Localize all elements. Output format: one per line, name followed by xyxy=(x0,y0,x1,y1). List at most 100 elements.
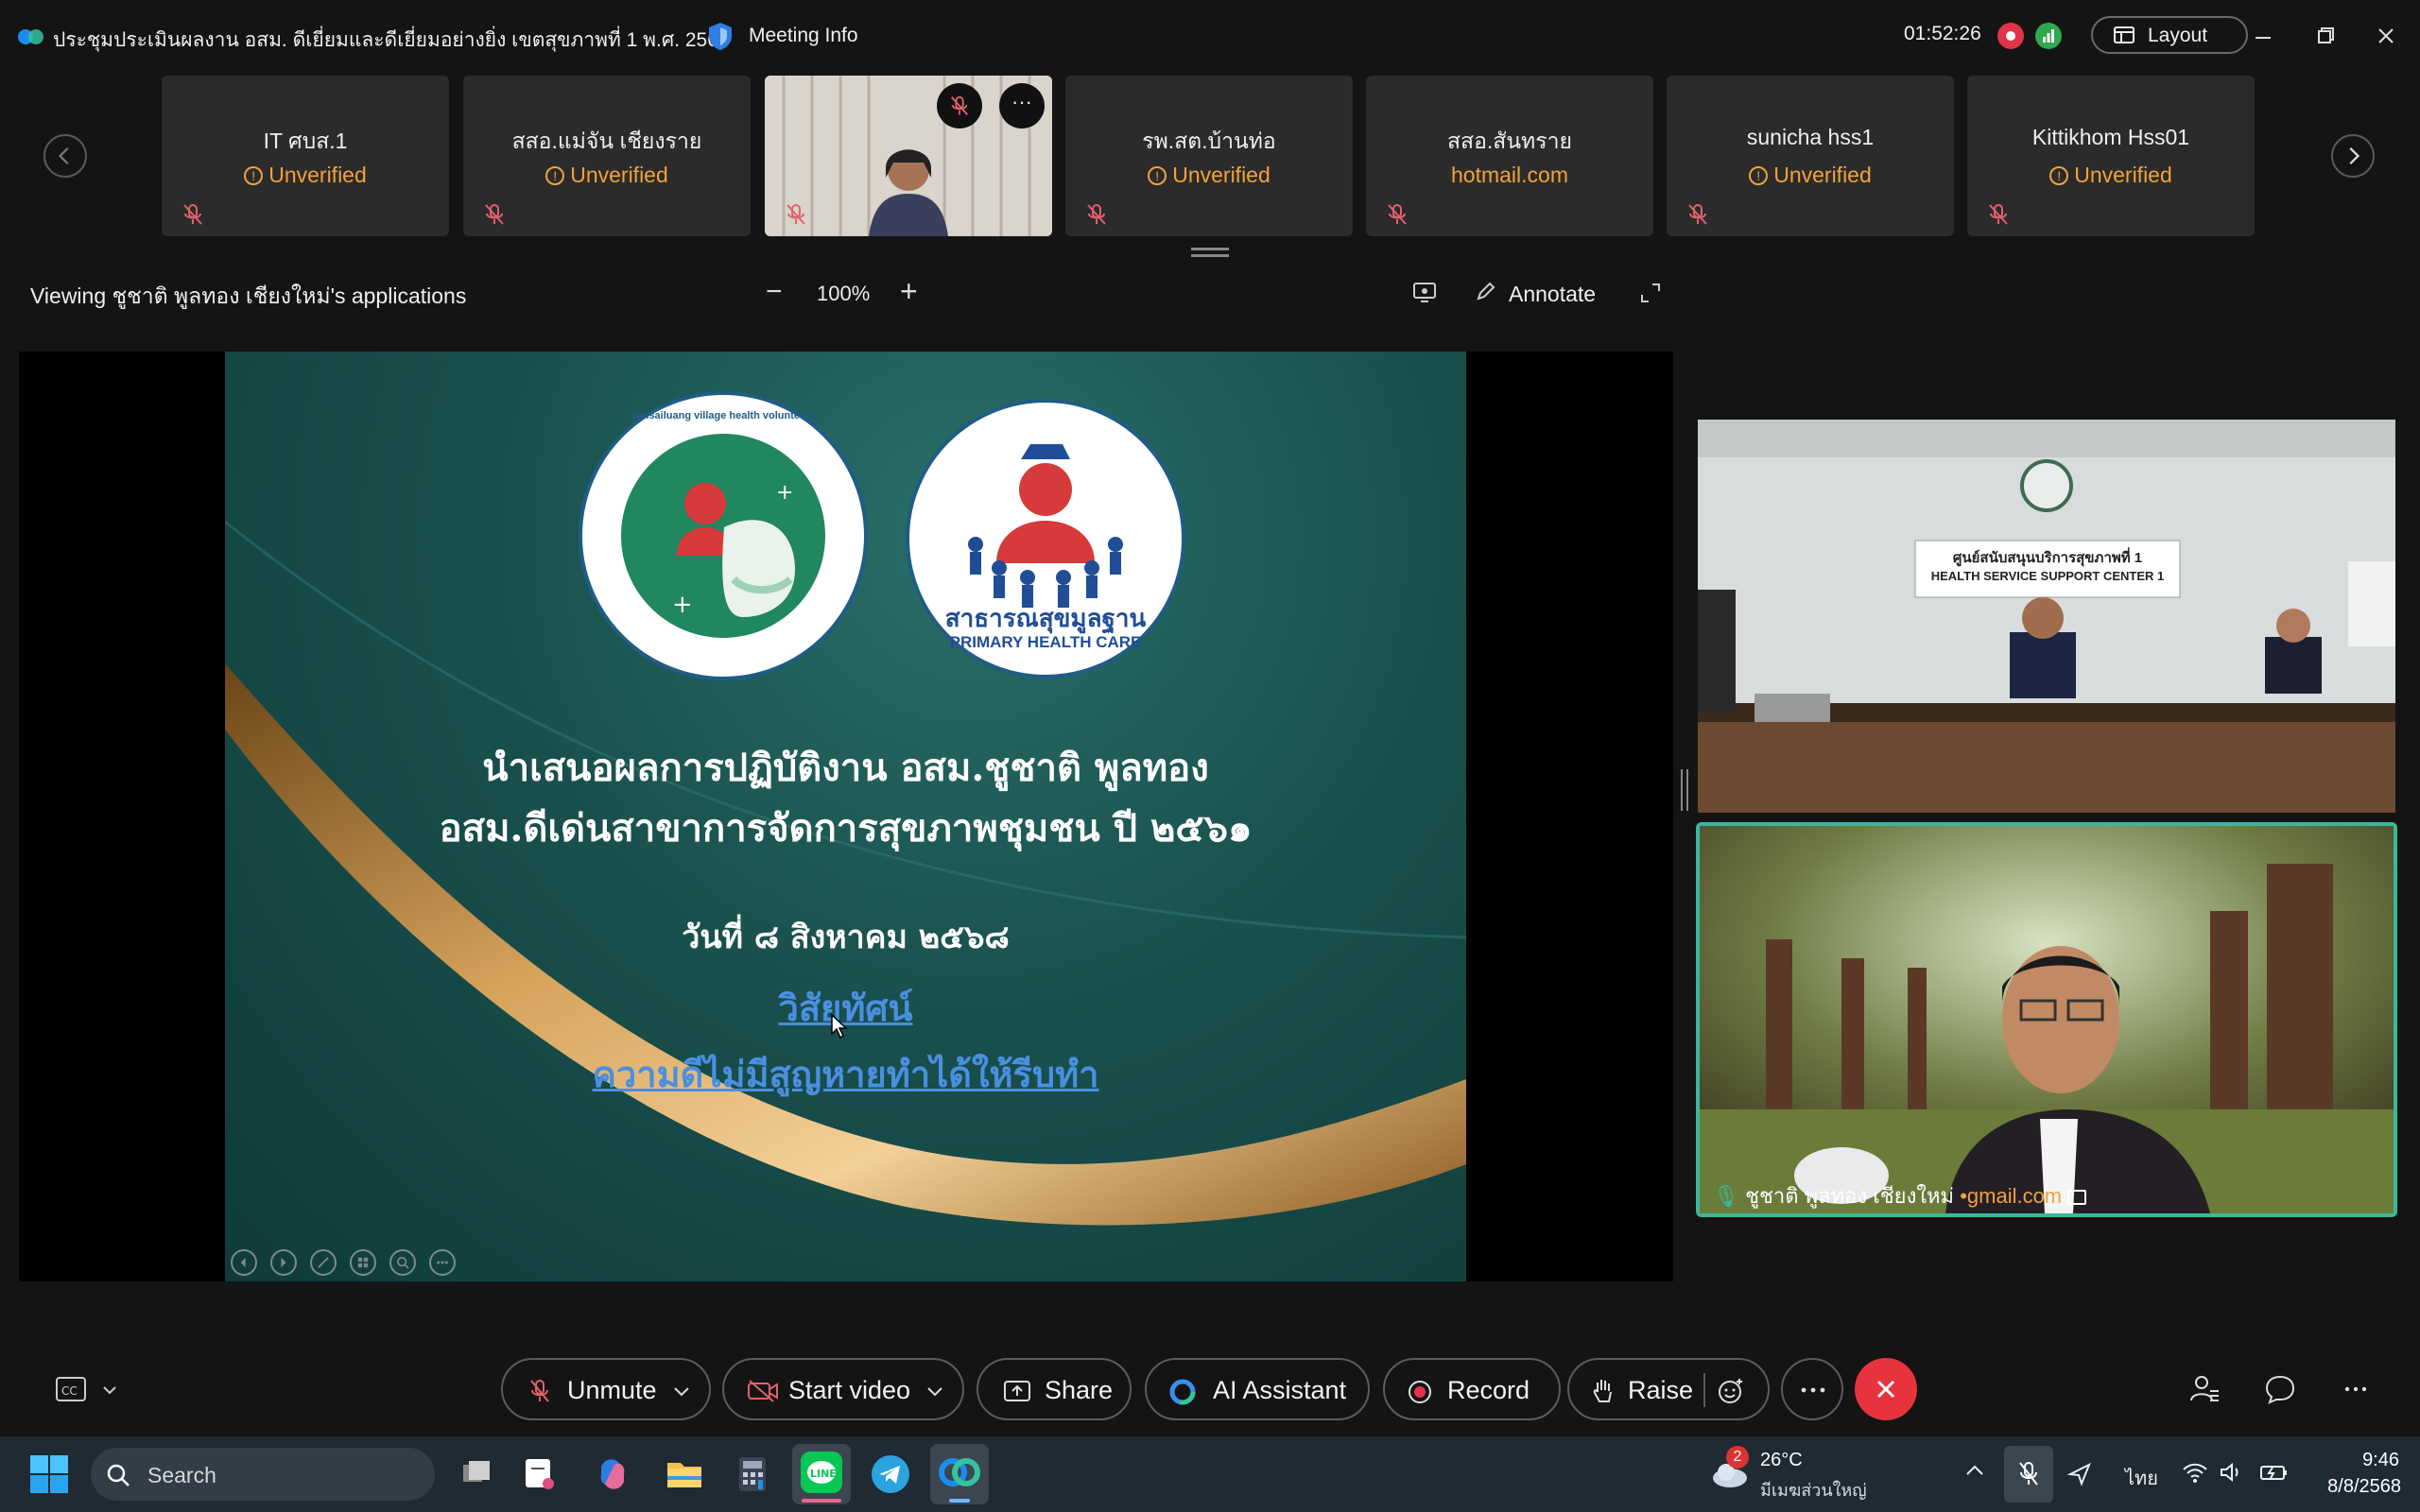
webex-app-active[interactable] xyxy=(930,1444,989,1504)
panel-resize-handle[interactable] xyxy=(1681,769,1688,811)
slide-pen-icon[interactable] xyxy=(310,1249,337,1276)
slide-grid-icon[interactable] xyxy=(350,1249,376,1276)
wifi-icon[interactable] xyxy=(2182,1461,2208,1484)
participant-name: รพ.สต.บ้านท่อ xyxy=(1142,129,1276,153)
restore-icon[interactable] xyxy=(2307,19,2344,53)
share-screen-icon xyxy=(1004,1381,1030,1401)
meeting-info-link[interactable]: Meeting Info xyxy=(749,25,858,47)
participant-tile[interactable]: sunicha hss1 ! Unverified xyxy=(1667,76,1954,236)
svg-text:CC: CC xyxy=(61,1384,78,1398)
weather-description[interactable]: มีเมฆส่วนใหญ่ xyxy=(1760,1476,1867,1503)
slide-more-icon[interactable] xyxy=(429,1249,456,1276)
muted-mic-icon xyxy=(1688,204,1707,225)
participant-name: สสอ.สันทราย xyxy=(1447,129,1572,153)
chevron-up-icon[interactable] xyxy=(1964,1463,1985,1478)
input-language[interactable]: ไทย xyxy=(2125,1463,2158,1493)
room-sign-english: HEALTH SERVICE SUPPORT CENTER 1 xyxy=(1930,569,2165,583)
minimize-icon[interactable] xyxy=(2244,19,2282,53)
previous-page-icon[interactable] xyxy=(43,134,87,178)
slide-previous-icon[interactable] xyxy=(231,1249,257,1276)
remote-control-icon[interactable] xyxy=(1412,282,1437,304)
strip-resize-handle[interactable] xyxy=(1191,248,1229,257)
more-options-icon[interactable]: ··· xyxy=(999,83,1045,129)
line-app-active[interactable]: LINE xyxy=(792,1444,851,1504)
snipping-tool-icon[interactable] xyxy=(516,1450,565,1499)
weather-temperature[interactable]: 26°C xyxy=(1760,1450,1803,1471)
closed-captions-icon[interactable]: CC xyxy=(55,1372,132,1410)
participant-status: ! Unverified xyxy=(1967,163,2255,188)
layout-button[interactable]: Layout xyxy=(2091,16,2248,54)
next-page-icon[interactable] xyxy=(2331,134,2375,178)
zoom-in-button[interactable]: + xyxy=(900,274,918,309)
slide-next-icon[interactable] xyxy=(270,1249,297,1276)
divider xyxy=(1703,1373,1705,1407)
more-icon xyxy=(1801,1387,1825,1393)
clock-time[interactable]: 9:46 xyxy=(2342,1450,2399,1471)
warning-icon: ! xyxy=(1148,166,1167,185)
chevron-down-icon[interactable] xyxy=(926,1386,943,1398)
muted-mic-icon xyxy=(786,204,805,225)
more-panels-icon[interactable] xyxy=(2339,1372,2373,1406)
share-button[interactable]: Share xyxy=(977,1358,1132,1420)
volume-icon[interactable] xyxy=(2220,1461,2244,1484)
leave-meeting-button[interactable] xyxy=(1855,1358,1917,1420)
more-options-button[interactable] xyxy=(1781,1358,1843,1420)
chevron-down-icon[interactable] xyxy=(673,1386,690,1398)
warning-icon: ! xyxy=(545,166,565,185)
participant-tile[interactable]: Kittikhom Hss01 ! Unverified xyxy=(1967,76,2255,236)
calculator-icon[interactable] xyxy=(728,1450,777,1499)
layout-icon xyxy=(2114,26,2135,43)
windows-taskbar: Search LINE 2 26°C มีเมฆส่วนใหญ่ ไทย 9:4… xyxy=(0,1436,2420,1512)
share-label: Share xyxy=(1045,1376,1114,1404)
fullscreen-icon[interactable] xyxy=(1639,282,1662,304)
mic-muted-icon xyxy=(2019,1462,2038,1486)
close-window-icon[interactable] xyxy=(2367,19,2405,53)
recording-indicator-icon[interactable] xyxy=(1997,23,2024,49)
location-icon[interactable] xyxy=(2066,1461,2093,1487)
task-view-icon[interactable] xyxy=(452,1450,501,1499)
file-explorer-icon[interactable] xyxy=(660,1450,709,1499)
unmute-button[interactable]: Unmute xyxy=(501,1358,711,1420)
taskbar-search[interactable]: Search xyxy=(91,1448,435,1501)
clock-date[interactable]: 8/8/2568 xyxy=(2307,1476,2401,1498)
logo1-caption: sansailuang village health volunteers xyxy=(631,410,816,421)
battery-icon[interactable] xyxy=(2259,1461,2290,1484)
network-health-icon[interactable] xyxy=(2035,23,2062,49)
participant-video-tile[interactable]: ··· xyxy=(765,76,1052,236)
ai-assistant-label: AI Assistant xyxy=(1213,1376,1347,1404)
chat-icon[interactable] xyxy=(2263,1372,2297,1406)
ai-assistant-button[interactable]: AI Assistant xyxy=(1145,1358,1370,1420)
raise-hand-button[interactable]: Raise xyxy=(1567,1358,1770,1420)
video-tile-meeting-room[interactable]: ศูนย์สนับสนุนบริการสุขภาพที่ 1 HEALTH SE… xyxy=(1698,420,2395,813)
participant-tile[interactable]: IT ศบส.1 ! Unverified xyxy=(162,76,449,236)
start-video-button[interactable]: Start video xyxy=(722,1358,964,1420)
annotate-button[interactable]: Annotate xyxy=(1475,282,1596,307)
annotate-label: Annotate xyxy=(1509,282,1597,306)
zoom-out-button[interactable]: − xyxy=(766,276,783,308)
email-text: gmail.com xyxy=(1966,1184,2063,1208)
webex-logo-icon xyxy=(18,29,43,44)
zoom-level[interactable]: 100% xyxy=(817,282,870,306)
participants-icon[interactable] xyxy=(2187,1372,2221,1406)
shield-icon[interactable] xyxy=(707,21,734,51)
mouse-cursor-icon xyxy=(831,1013,848,1040)
windows-start-icon[interactable] xyxy=(30,1455,68,1493)
participant-tile[interactable]: รพ.สต.บ้านท่อ ! Unverified xyxy=(1065,76,1353,236)
video-tile-active-speaker[interactable]: 🎙 ชูชาติ พูลทอง เชียงใหม่ •gmail.com xyxy=(1696,822,2397,1217)
copilot-icon[interactable] xyxy=(588,1450,637,1499)
participant-tile[interactable]: สสอ.สันทราย hotmail.com xyxy=(1366,76,1653,236)
slide-zoom-icon[interactable] xyxy=(389,1249,416,1276)
slide-motto-link[interactable]: ความดีไม่มีสูญหายทำได้ให้รีบทำ xyxy=(225,1045,1466,1103)
record-button[interactable]: Record xyxy=(1383,1358,1561,1420)
primary-health-care-logo: สาธารณสุขมูลฐาน PRIMARY HEALTH CARE xyxy=(906,399,1185,679)
svg-text:+: + xyxy=(672,591,693,619)
search-icon xyxy=(107,1464,130,1486)
speaker-label: 🎙 ชูชาติ พูลทอง เชียงใหม่ •gmail.com xyxy=(1713,1179,2087,1212)
telegram-icon[interactable] xyxy=(866,1450,915,1499)
video-mute-indicator xyxy=(937,83,982,129)
speaker-email: •gmail.com xyxy=(1960,1184,2063,1208)
reactions-icon[interactable] xyxy=(1717,1377,1745,1405)
participant-tile[interactable]: สสอ.แม่จัน เชียงราย ! Unverified xyxy=(463,76,751,236)
mic-muted-tray[interactable] xyxy=(2004,1446,2053,1503)
sansailuang-logo: + + sansailuang village health volunteer… xyxy=(579,391,868,680)
